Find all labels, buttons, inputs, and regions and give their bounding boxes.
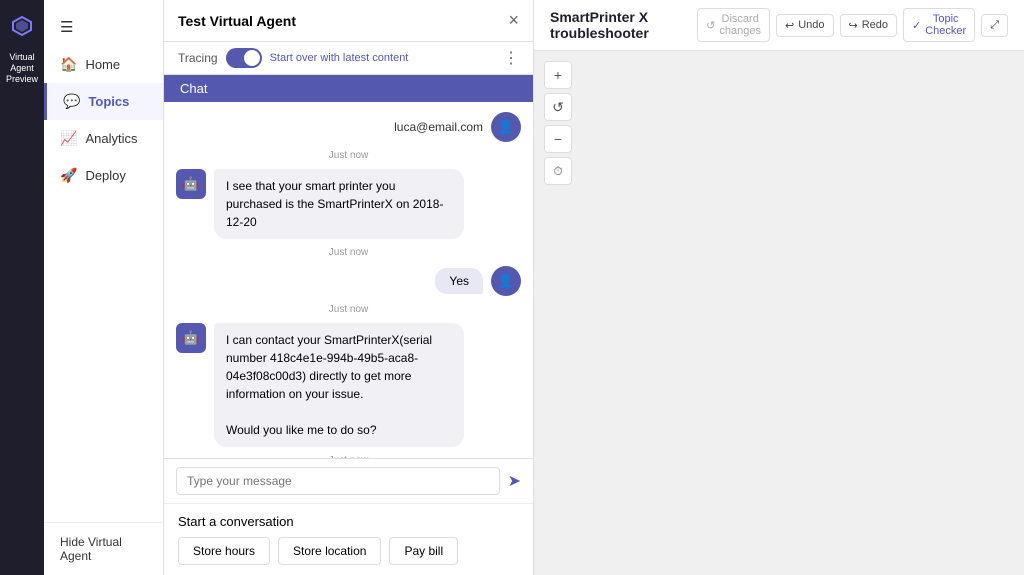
nav-item-menu[interactable]: ☰ (44, 8, 163, 46)
close-button[interactable]: × (508, 10, 519, 31)
bot-avatar-2: 🤖 (176, 323, 206, 353)
home-icon: 🏠 (60, 56, 77, 73)
redo-button[interactable]: ↪ Redo (840, 14, 898, 37)
discard-changes-button[interactable]: ↺ Discard changes (697, 8, 770, 42)
message-row-user-yes: Yes 👤 (176, 266, 521, 296)
message-row-bot-2: 🤖 I can contact your SmartPrinterX(seria… (176, 323, 521, 447)
pay-bill-button[interactable]: Pay bill (389, 537, 458, 565)
user-avatar-2: 👤 (491, 266, 521, 296)
zoom-in-button[interactable]: + (544, 61, 572, 89)
store-location-button[interactable]: Store location (278, 537, 381, 565)
canvas-header: SmartPrinter X troubleshooter ↺ Discard … (534, 0, 1024, 51)
bot-avatar-1: 🤖 (176, 169, 206, 199)
timestamp-1: Just now (176, 150, 521, 161)
conv-buttons: Store hours Store location Pay bill (178, 537, 519, 565)
message-row-bot-1: 🤖 I see that your smart printer you purc… (176, 169, 521, 239)
fit-button[interactable]: ⏱ (544, 157, 572, 185)
topic-checker-icon: ✓ (912, 19, 921, 32)
undo-button[interactable]: ↩ Undo (776, 14, 834, 37)
main-nav: ☰ 🏠 Home 💬 Topics 📈 Analytics 🚀 Deploy H… (44, 0, 164, 575)
deploy-icon: 🚀 (60, 167, 77, 184)
icon-sidebar: Virtual Agent Preview (0, 0, 44, 575)
chat-messages: luca@email.com 👤 Just now 🤖 I see that y… (164, 102, 533, 458)
topics-icon: 💬 (63, 93, 80, 110)
bot-bubble-1: I see that your smart printer you purcha… (214, 169, 464, 239)
app-title-sidebar: Virtual Agent Preview (0, 52, 44, 84)
nav-item-deploy[interactable]: 🚀 Deploy (44, 157, 163, 194)
timestamp-2: Just now (176, 247, 521, 258)
app-logo (4, 8, 40, 44)
send-icon[interactable]: ➤ (508, 471, 521, 491)
analytics-icon: 📈 (60, 130, 77, 147)
chat-panel-title: Test Virtual Agent (178, 13, 296, 29)
user-email: luca@email.com (394, 120, 483, 134)
chat-subheader: Tracing Start over with latest content ⋮ (164, 42, 533, 75)
nav-item-analytics[interactable]: 📈 Analytics (44, 120, 163, 157)
chat-input[interactable] (176, 467, 500, 495)
canvas-toolbar: ↺ Discard changes ↩ Undo ↪ Redo ✓ Topic … (697, 8, 1008, 42)
flow-container: Expression ✓ ⋯ + + Add Expression Yes Bo… (534, 51, 1024, 575)
chat-tab[interactable]: Chat (164, 75, 533, 102)
timestamp-3: Just now (176, 304, 521, 315)
canvas-content: Expression ✓ ⋯ + + Add Expression Yes Bo… (534, 51, 1024, 575)
discard-icon: ↺ (706, 19, 715, 32)
canvas-title: SmartPrinter X troubleshooter (550, 9, 697, 41)
chat-panel-header: Test Virtual Agent × (164, 0, 533, 42)
nav-item-home[interactable]: 🏠 Home (44, 46, 163, 83)
store-hours-button[interactable]: Store hours (178, 537, 270, 565)
nav-item-topics[interactable]: 💬 Topics (44, 83, 163, 120)
message-row-user-email: luca@email.com 👤 (176, 112, 521, 142)
rotate-button[interactable]: ↺ (544, 93, 572, 121)
chat-panel: Test Virtual Agent × Tracing Start over … (164, 0, 534, 575)
redo-icon: ↪ (849, 19, 858, 32)
topic-checker-button[interactable]: ✓ Topic Checker (903, 8, 975, 42)
start-conversation-section: Start a conversation Store hours Store l… (164, 503, 533, 575)
hide-agent-btn[interactable]: Hide Virtual Agent (44, 522, 163, 575)
tracing-toggle[interactable] (226, 48, 262, 68)
start-over-label[interactable]: Start over with latest content (270, 52, 409, 64)
user-avatar: 👤 (491, 112, 521, 142)
menu-icon: ☰ (60, 18, 73, 36)
undo-icon: ↩ (785, 19, 794, 32)
zoom-out-button[interactable]: − (544, 125, 572, 153)
chat-input-area: ➤ (164, 458, 533, 503)
bot-bubble-2: I can contact your SmartPrinterX(serial … (214, 323, 464, 447)
tracing-label: Tracing (178, 51, 218, 65)
expand-button[interactable]: ⤢ (981, 14, 1008, 37)
zoom-controls: + ↺ − ⏱ (544, 61, 572, 185)
more-options-icon[interactable]: ⋮ (503, 48, 519, 68)
canvas-area: SmartPrinter X troubleshooter ↺ Discard … (534, 0, 1024, 575)
user-bubble-yes: Yes (435, 268, 483, 294)
start-conversation-title: Start a conversation (178, 514, 519, 529)
